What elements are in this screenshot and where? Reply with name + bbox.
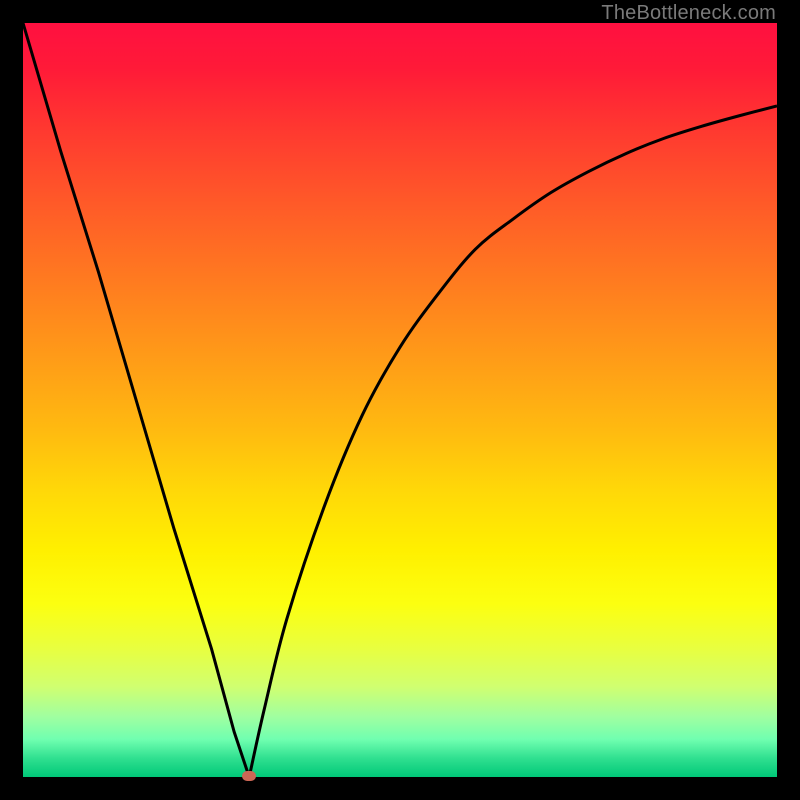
- bottleneck-curve: [23, 23, 777, 777]
- chart-container: TheBottleneck.com: [0, 0, 800, 800]
- watermark-text: TheBottleneck.com: [601, 2, 776, 25]
- curve-path: [23, 23, 777, 777]
- minimum-marker: [242, 771, 256, 781]
